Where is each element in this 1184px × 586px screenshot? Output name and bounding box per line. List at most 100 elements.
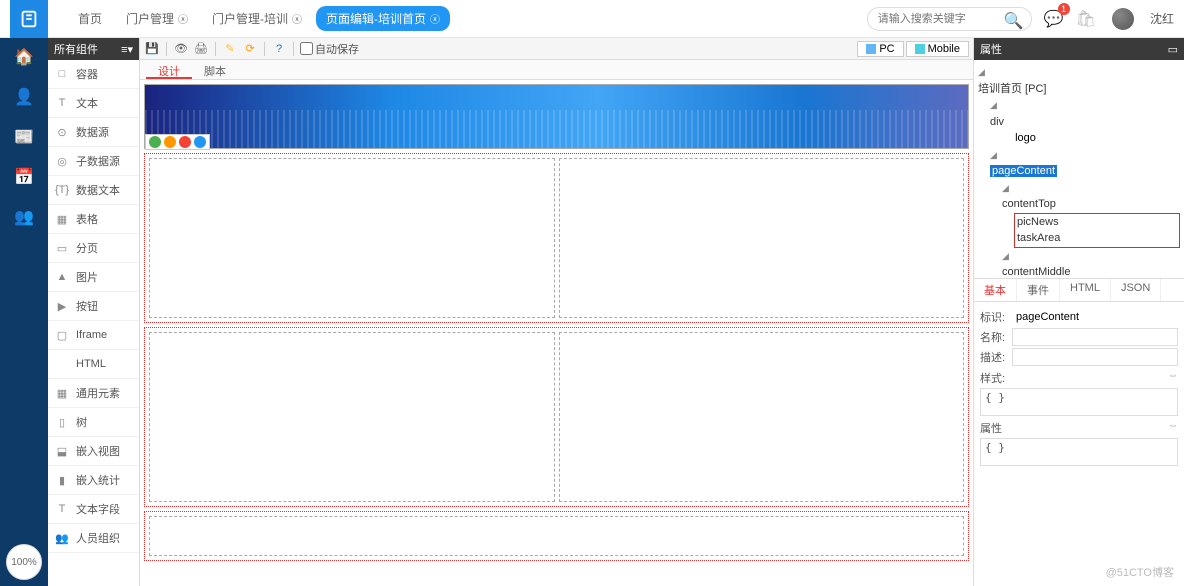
nav-admin-icon[interactable]: 👥 bbox=[13, 206, 35, 228]
component-label: 图片 bbox=[76, 269, 98, 285]
component-item[interactable]: ◎子数据源 bbox=[48, 147, 139, 176]
proptab-event[interactable]: 事件 bbox=[1017, 279, 1060, 301]
component-label: 数据文本 bbox=[76, 182, 120, 198]
cart-icon[interactable]: 🛍 bbox=[1076, 9, 1096, 29]
close-icon[interactable]: ⓧ bbox=[430, 11, 440, 26]
device-pc-button[interactable]: PC bbox=[857, 41, 903, 57]
close-icon[interactable]: ⓧ bbox=[292, 11, 302, 26]
field-attr-code[interactable]: { } bbox=[980, 438, 1178, 466]
component-item[interactable]: ▦通用元素 bbox=[48, 379, 139, 408]
component-label: 容器 bbox=[76, 66, 98, 82]
header-tab[interactable]: 门户管理ⓧ bbox=[116, 6, 198, 31]
property-tabs: 基本 事件 HTML JSON bbox=[974, 278, 1184, 302]
structure-tree[interactable]: ◢ 培训首页 [PC]◢ div logo◢ pageContent◢ cont… bbox=[974, 60, 1184, 278]
tab-design[interactable]: 设计 bbox=[146, 60, 192, 79]
component-item[interactable]: □容器 bbox=[48, 60, 139, 89]
field-style-code[interactable]: { } bbox=[980, 388, 1178, 416]
nav-news-icon[interactable]: 📰 bbox=[13, 126, 35, 148]
cell-contentRight[interactable] bbox=[559, 332, 965, 502]
component-label: 文本 bbox=[76, 95, 98, 111]
tool-add-icon[interactable] bbox=[149, 136, 161, 148]
nav-user-icon[interactable]: 👤 bbox=[13, 86, 35, 108]
tree-node[interactable]: ◢ div bbox=[978, 97, 1180, 130]
autosave-checkbox[interactable] bbox=[300, 42, 313, 55]
field-name-input[interactable] bbox=[1012, 328, 1178, 346]
tree-node[interactable]: ◢ 培训首页 [PC] bbox=[978, 64, 1180, 97]
component-item[interactable]: ▯树 bbox=[48, 408, 139, 437]
tab-script[interactable]: 脚本 bbox=[192, 60, 238, 79]
banner-image[interactable] bbox=[144, 84, 969, 149]
component-item[interactable]: ⊙数据源 bbox=[48, 118, 139, 147]
watermark: @51CTO博客 bbox=[1106, 564, 1174, 580]
header-tab[interactable]: 门户管理-培训ⓧ bbox=[202, 6, 312, 31]
header-tab[interactable]: 首页 bbox=[68, 6, 112, 31]
tool-edit-icon[interactable] bbox=[164, 136, 176, 148]
autosave-toggle[interactable]: 自动保存 bbox=[300, 41, 359, 57]
cell-taskArea[interactable] bbox=[559, 158, 965, 318]
notification-icon[interactable]: 💬 bbox=[1044, 9, 1064, 29]
tree-node[interactable]: ◢ contentTop bbox=[978, 180, 1180, 213]
expand-icon[interactable]: ⇔ bbox=[1168, 370, 1178, 386]
element-tools[interactable] bbox=[145, 134, 210, 150]
tree-node[interactable]: ◢ pageContent bbox=[978, 147, 1180, 180]
zoom-indicator[interactable]: 100% bbox=[6, 544, 42, 580]
layout-contentBottom[interactable] bbox=[144, 511, 969, 561]
component-item[interactable]: 👥人员组织 bbox=[48, 524, 139, 553]
proptab-html[interactable]: HTML bbox=[1060, 279, 1111, 301]
tree-node[interactable]: ◢ contentMiddle bbox=[978, 248, 1180, 279]
tree-node[interactable]: taskArea bbox=[1017, 230, 1177, 247]
component-icon: ⬓ bbox=[54, 443, 70, 459]
proptab-json[interactable]: JSON bbox=[1111, 279, 1161, 301]
preview-icon[interactable]: 👁 bbox=[173, 41, 189, 57]
component-item[interactable]: ▭分页 bbox=[48, 234, 139, 263]
tree-node[interactable]: logo bbox=[978, 130, 1180, 147]
edit-icon[interactable]: ✎ bbox=[222, 41, 238, 57]
components-header: 所有组件 ≡▾ bbox=[48, 38, 139, 60]
tool-move-icon[interactable] bbox=[194, 136, 206, 148]
tool-delete-icon[interactable] bbox=[179, 136, 191, 148]
component-item[interactable]: {T}数据文本 bbox=[48, 176, 139, 205]
refresh-icon[interactable]: ⟳ bbox=[242, 41, 258, 57]
field-desc-label: 描述: bbox=[980, 349, 1012, 365]
nav-calendar-icon[interactable]: 📅 bbox=[13, 166, 35, 188]
field-id-input[interactable] bbox=[1012, 308, 1178, 326]
component-item[interactable]: ⬓嵌入视图 bbox=[48, 437, 139, 466]
component-item[interactable]: ▢Iframe bbox=[48, 321, 139, 350]
menu-icon[interactable]: ≡▾ bbox=[121, 43, 133, 56]
expand-icon[interactable]: ⇔ bbox=[1168, 420, 1178, 436]
field-attr-label: 属性 bbox=[980, 420, 1002, 436]
component-icon: ▯ bbox=[54, 414, 70, 430]
app-logo[interactable] bbox=[10, 0, 48, 38]
field-desc-input[interactable] bbox=[1012, 348, 1178, 366]
component-item[interactable]: T文本 bbox=[48, 89, 139, 118]
cell-statContent[interactable] bbox=[149, 516, 964, 556]
avatar[interactable] bbox=[1112, 8, 1134, 30]
tree-node[interactable]: picNews bbox=[1017, 214, 1177, 231]
component-label: 按钮 bbox=[76, 298, 98, 314]
component-label: 数据源 bbox=[76, 124, 109, 140]
component-item[interactable]: ▦表格 bbox=[48, 205, 139, 234]
properties-header: 属性 ▭ bbox=[974, 38, 1184, 60]
layout-contentMiddle[interactable] bbox=[144, 327, 969, 507]
component-item[interactable]: T文本字段 bbox=[48, 495, 139, 524]
field-style-label: 样式: bbox=[980, 370, 1005, 386]
print-icon[interactable]: 🖨 bbox=[193, 41, 209, 57]
component-item[interactable]: ▮嵌入统计 bbox=[48, 466, 139, 495]
cell-contentLeft[interactable] bbox=[149, 332, 555, 502]
component-item[interactable]: HTML bbox=[48, 350, 139, 379]
search-icon[interactable]: 🔍 bbox=[1004, 11, 1024, 31]
component-item[interactable]: ▲图片 bbox=[48, 263, 139, 292]
help-icon[interactable]: ? bbox=[271, 41, 287, 57]
cell-picNews[interactable] bbox=[149, 158, 555, 318]
save-icon[interactable]: 💾 bbox=[144, 41, 160, 57]
proptab-basic[interactable]: 基本 bbox=[974, 279, 1017, 301]
nav-home-icon[interactable]: 🏠 bbox=[13, 46, 35, 68]
design-canvas[interactable] bbox=[140, 80, 973, 586]
header-tab[interactable]: 页面编辑-培训首页ⓧ bbox=[316, 6, 450, 31]
close-icon[interactable]: ⓧ bbox=[178, 11, 188, 26]
device-mobile-button[interactable]: Mobile bbox=[906, 41, 969, 57]
header-right-icons: 💬 🛍 沈红 bbox=[1044, 8, 1174, 30]
component-item[interactable]: ▶按钮 bbox=[48, 292, 139, 321]
layout-contentTop[interactable] bbox=[144, 153, 969, 323]
maximize-icon[interactable]: ▭ bbox=[1168, 43, 1178, 56]
